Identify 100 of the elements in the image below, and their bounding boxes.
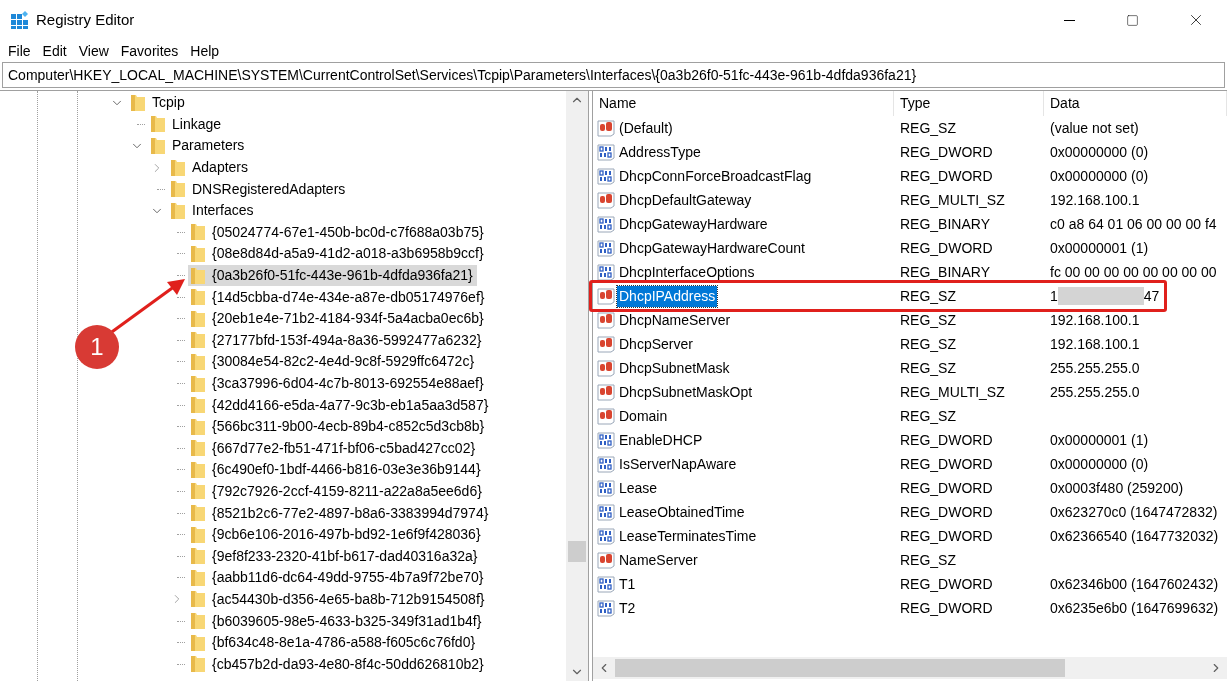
value-type: REG_DWORD [899,502,994,522]
value-type: REG_DWORD [899,478,994,498]
maximize-icon [1126,13,1139,27]
tree-item[interactable]: {b6039605-98e5-4633-b325-349f31ad1b4f} [188,610,486,632]
tree-item[interactable]: Interfaces [168,200,258,222]
value-name[interactable]: DhcpGatewayHardware [617,213,770,235]
tree-item[interactable]: {9ef8f233-2320-41bf-b617-dad40316a32a} [188,545,482,567]
column-header[interactable]: Name [593,91,894,116]
string-value-icon [597,359,615,377]
tree-item[interactable]: {cb457b2d-da93-4e80-8f4c-50dd626810b2} [188,653,488,675]
value-data: 0x00000000 (0) [1050,142,1149,162]
folder-icon [190,244,206,263]
value-data: 192.168.100.1 [1050,310,1140,330]
value-data: 47 [1143,286,1160,306]
tree-item[interactable]: Adapters [168,157,253,179]
value-data: 192.168.100.1 [1050,190,1140,210]
folder-icon [190,590,206,609]
value-name[interactable]: NameServer [617,549,700,571]
menu-item[interactable]: Help [184,40,226,62]
binary-value-icon [597,143,615,161]
tree-item[interactable]: {9cb6e106-2016-497b-bd92-1e6f9f428036} [188,524,485,546]
value-name[interactable]: T2 [617,597,638,619]
value-name[interactable]: LeaseTerminatesTime [617,525,759,547]
address-bar[interactable]: Computer\HKEY_LOCAL_MACHINE\SYSTEM\CurrentControlSet\Services\Tcpip\Parameters\Interfaces\{0a3b26f0-51fc-443e-961b-4dfda936fa21} [2,62,1225,88]
tree-item[interactable]: Linkage [148,113,226,135]
tree-item[interactable]: {42dd4166-e5da-4a77-9c3b-eb1a5aa3d587} [188,394,493,416]
binary-value-icon [597,503,615,521]
tree-item[interactable]: {27177bfd-153f-494a-8a36-5992477a6232} [188,329,486,351]
value-name[interactable]: IsServerNapAware [617,453,739,475]
value-type: REG_DWORD [899,598,994,618]
value-name[interactable]: DhcpInterfaceOptions [617,261,757,283]
tree-item[interactable]: Parameters [148,135,249,157]
folder-icon [190,439,206,458]
menu-item[interactable]: Edit [36,40,73,62]
binary-value-icon [597,167,615,185]
tree-item[interactable]: Tcpip [128,92,189,114]
menu-item[interactable]: Favorites [114,40,185,62]
value-name[interactable]: DhcpServer [617,333,695,355]
column-header[interactable]: Type [894,91,1044,116]
value-name[interactable]: DhcpSubnetMask [617,357,732,379]
folder-icon [190,655,206,674]
value-name[interactable]: (Default) [617,117,675,139]
tree-item[interactable]: {05024774-67e1-450b-bc0d-c7f688a03b75} [188,221,488,243]
tree-item[interactable]: {08e8d84d-a5a9-41d2-a018-a3b6958b9ccf} [188,243,488,265]
tree-item[interactable]: {ac54430b-d356-4e65-ba8b-712b9154508f} [188,588,489,610]
menu-item[interactable]: View [72,40,115,62]
value-data: 0x00000000 (0) [1050,454,1149,474]
string-value-icon [597,335,615,353]
value-type: REG_SZ [899,310,957,330]
value-type: REG_SZ [899,358,957,378]
tree-item[interactable]: {792c7926-2ccf-4159-8211-a22a8a5ee6d6} [188,481,486,502]
folder-icon [170,158,186,177]
value-name[interactable]: LeaseObtainedTime [617,501,747,523]
scrollbar-thumb[interactable] [568,541,586,562]
value-data: 1 [1050,286,1058,306]
value-name[interactable]: DhcpSubnetMaskOpt [617,381,755,403]
folder-icon [190,504,206,523]
folder-icon [190,568,206,587]
value-type: REG_SZ [899,406,957,426]
value-name[interactable]: DhcpConnForceBroadcastFlag [617,165,814,187]
binary-value-icon [597,599,615,617]
value-name[interactable]: DhcpGatewayHardwareCount [617,237,807,259]
tree-item[interactable]: {6c490ef0-1bdf-4466-b816-03e3e36b9144} [188,459,485,481]
tree-item[interactable]: {566bc311-9b00-4ecb-89b4-c852c5d3cb8b} [188,416,489,438]
folder-icon [190,525,206,544]
tree-item[interactable]: {667d77e2-fb51-471f-bf06-c5bad427cc02} [188,437,480,459]
column-header[interactable]: Data [1044,91,1227,116]
tree-item[interactable]: {30084e54-82c2-4e4d-9c8f-5929ffc6472c} [188,351,479,373]
binary-value-icon [597,575,615,593]
value-name[interactable]: DhcpNameServer [617,309,733,331]
tree-item[interactable]: {bf634c48-8e1a-4786-a588-f605c6c76fd0} [188,632,480,654]
value-name[interactable]: EnableDHCP [617,429,705,451]
tree-item[interactable]: {3ca37996-6d04-4c7b-8013-692554e88aef} [188,373,488,394]
value-name[interactable]: DhcpIPAddress [617,285,718,307]
string-value-icon [597,287,615,305]
tree-item[interactable]: {0a3b26f0-51fc-443e-961b-4dfda936fa21} [188,265,477,287]
value-type: REG_SZ [899,286,957,306]
tree-item[interactable]: {aabb11d6-dc64-49dd-9755-4b7a9f72be70} [188,567,488,589]
tree-item[interactable]: {8521b2c6-77e2-4897-b8a6-3383994d7974} [188,502,493,524]
value-data: c0 a8 64 01 06 00 00 00 f4 [1050,214,1217,234]
tree-item[interactable]: DNSRegisteredAdapters [168,178,350,200]
value-name[interactable]: Lease [617,477,660,499]
scrollbar-thumb[interactable] [615,659,1065,677]
folder-icon [190,223,206,242]
value-type: REG_BINARY [899,214,991,234]
value-name[interactable]: AddressType [617,141,703,163]
value-name[interactable]: T1 [617,573,638,595]
value-type: REG_DWORD [899,166,994,186]
menu-item[interactable]: File [2,40,37,62]
folder-icon [190,288,206,307]
value-type: REG_MULTI_SZ [899,382,1006,402]
tree-item[interactable]: {20eb1e4e-71b2-4184-934f-5a4acba0ec6b} [188,308,488,330]
binary-value-icon [597,455,615,473]
registry-icon [10,10,30,30]
value-name[interactable]: DhcpDefaultGateway [617,189,754,211]
folder-icon [150,115,166,134]
value-name[interactable]: Domain [617,405,670,427]
tree-item[interactable]: {14d5cbba-d74e-434e-a87e-db05174976ef} [188,286,489,308]
folder-icon [190,309,206,328]
binary-value-icon [597,527,615,545]
